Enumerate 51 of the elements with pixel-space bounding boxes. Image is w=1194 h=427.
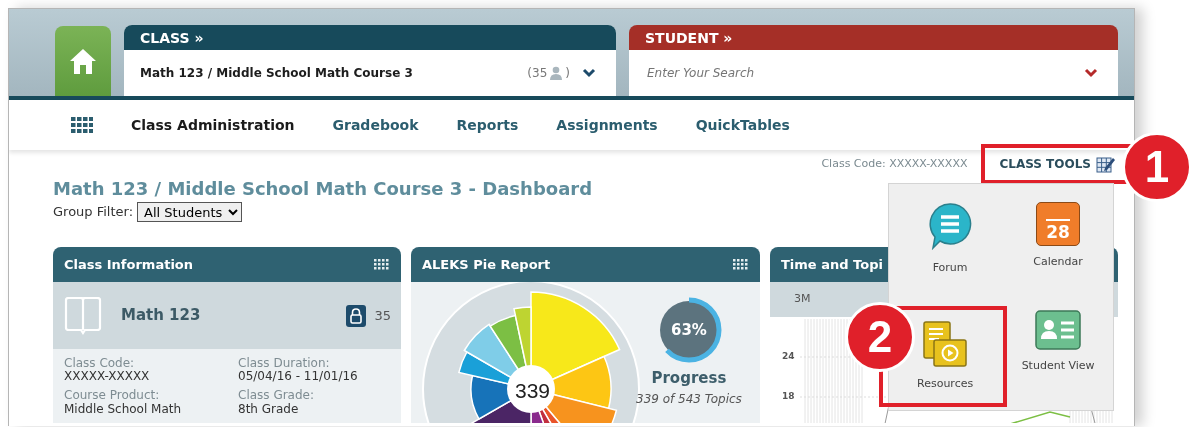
grid-menu-icon[interactable] bbox=[733, 259, 748, 270]
field-label: Course Product: bbox=[64, 389, 161, 403]
menu-item[interactable]: Forum bbox=[893, 198, 1008, 281]
home-icon bbox=[68, 47, 98, 75]
edit-grid-icon bbox=[1096, 155, 1116, 173]
student-total: 35 bbox=[374, 306, 391, 325]
student-badge-icon bbox=[346, 304, 367, 327]
class-code-label: Class Code: XXXXX-XXXXX bbox=[821, 155, 968, 172]
progress-percent: 63% bbox=[669, 320, 708, 341]
nav-link[interactable]: Class Administration bbox=[131, 114, 295, 136]
book-icon bbox=[63, 296, 103, 335]
field-value: 05/04/16 - 11/01/16 bbox=[238, 370, 359, 384]
chevron-down-icon[interactable] bbox=[582, 68, 596, 78]
nav-link[interactable]: QuickTables bbox=[695, 114, 790, 136]
field-label: Class Grade: bbox=[238, 389, 315, 403]
class-tools-button[interactable]: CLASS TOOLS bbox=[999, 155, 1116, 173]
student-count: (35 bbox=[527, 65, 548, 82]
field-value: 8th Grade bbox=[238, 402, 300, 416]
speech-bubble-icon bbox=[927, 202, 974, 252]
grid-menu-icon[interactable] bbox=[374, 259, 389, 270]
pie-center-circle bbox=[507, 365, 555, 413]
card-title: Class Information bbox=[64, 255, 194, 274]
panel-header: CLASS » bbox=[124, 25, 616, 50]
panel-header: STUDENT » bbox=[629, 25, 1118, 50]
chevron-down-icon[interactable] bbox=[1084, 68, 1098, 78]
student-search-field[interactable]: Enter Your Search bbox=[629, 50, 1118, 96]
range-tab[interactable]: 3M bbox=[794, 291, 811, 308]
student-count: ) bbox=[565, 65, 570, 82]
calendar-date: 28 bbox=[1046, 219, 1070, 241]
page-title: Math 123 / Middle School Math Course 3 - Dashboard bbox=[53, 177, 594, 201]
person-icon bbox=[549, 66, 564, 80]
field-value: Middle School Math bbox=[64, 402, 183, 416]
card-title: ALEKS Pie Report bbox=[422, 255, 551, 274]
callout-badge: 1 bbox=[1122, 132, 1192, 202]
class-selector-value[interactable]: Math 123 / Middle School Math Course 3 bbox=[140, 64, 413, 82]
card-title: Time and Topi bbox=[781, 255, 883, 274]
field-value: XXXXX-XXXXX bbox=[64, 370, 151, 384]
nav-link[interactable]: Assignments bbox=[556, 114, 658, 136]
filter-label: Group Filter: bbox=[53, 203, 134, 222]
field-label: Class Code: bbox=[64, 357, 136, 371]
nav-link[interactable]: Reports bbox=[456, 114, 519, 136]
pie-center-value: 339 bbox=[515, 378, 547, 404]
menu-item[interactable]: 28 Calendar bbox=[1007, 198, 1109, 275]
progress-label: Progress bbox=[651, 368, 727, 389]
group-filter-select[interactable]: All Students bbox=[137, 202, 243, 222]
progress-detail: 339 of 543 Topics bbox=[636, 390, 742, 408]
field-label: Class Duration: bbox=[238, 357, 331, 371]
apps-grid-icon[interactable] bbox=[71, 117, 93, 133]
nav-link[interactable]: Gradebook bbox=[332, 114, 419, 136]
home-button[interactable] bbox=[55, 26, 111, 96]
class-name: Math 123 bbox=[121, 305, 201, 327]
